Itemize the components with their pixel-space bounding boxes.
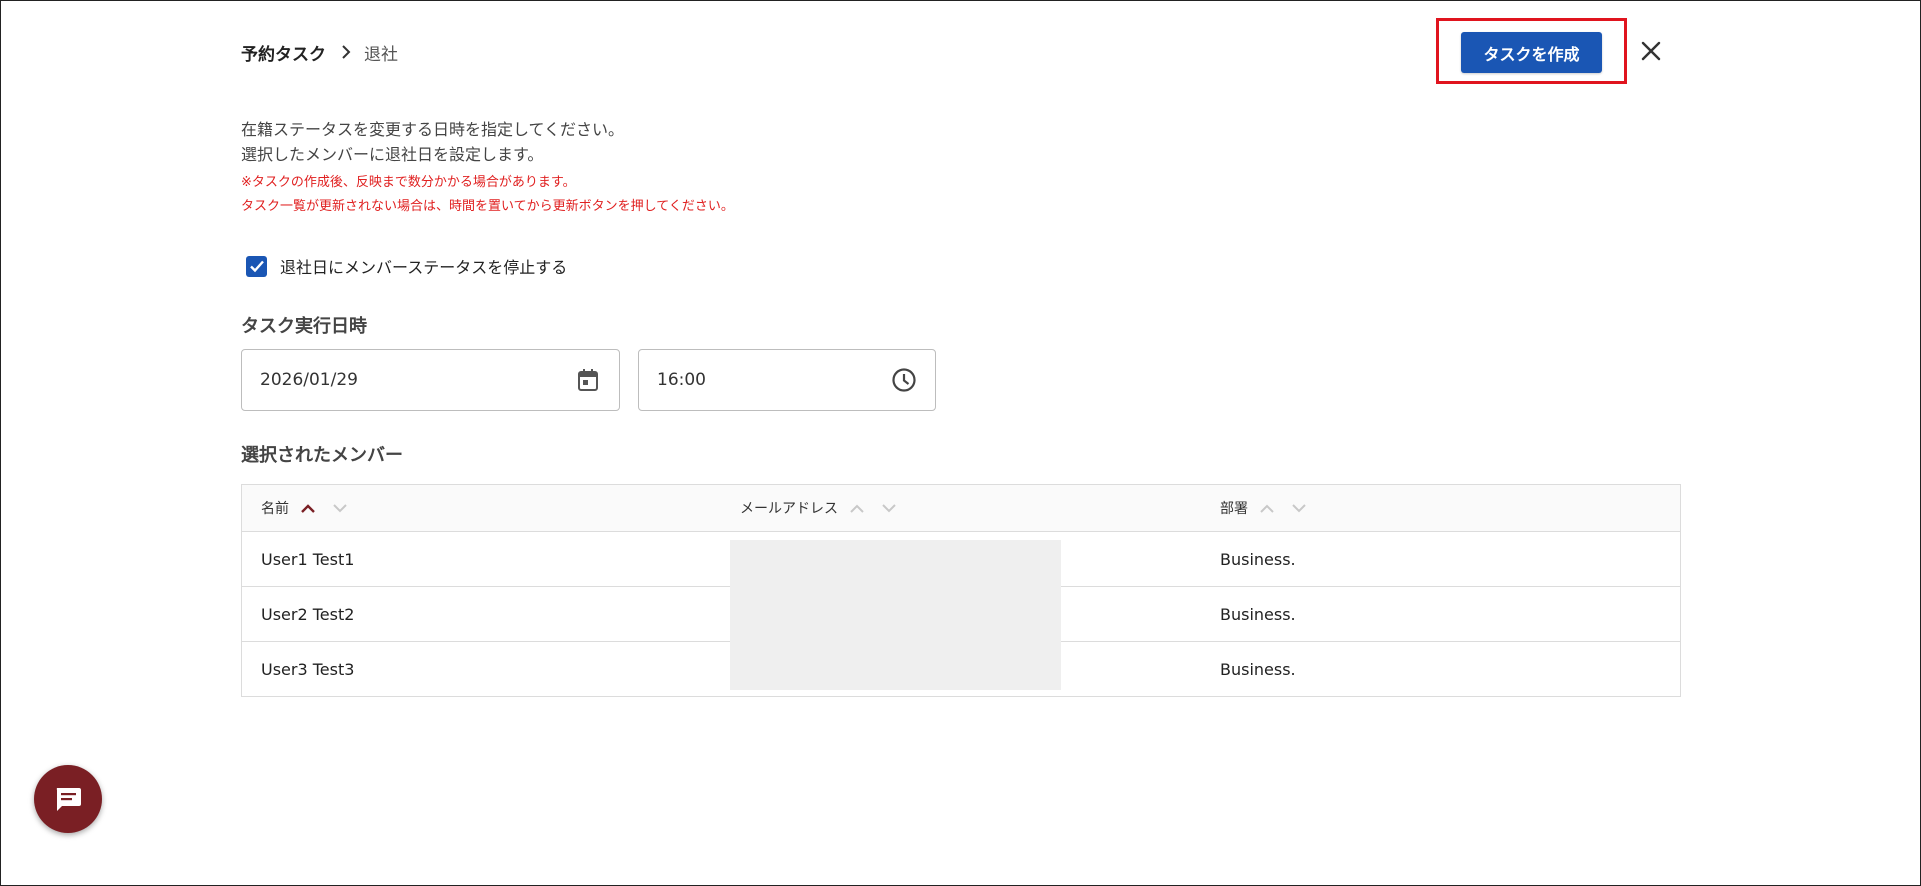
table-header: 名前 メールアドレス 部署 [242, 485, 1680, 532]
sort-asc-icon[interactable] [1260, 504, 1274, 513]
column-label-email: メールアドレス [740, 501, 838, 517]
breadcrumb-parent[interactable]: 予約タスク [241, 40, 326, 65]
cell-department: Business. [1220, 550, 1296, 569]
clock-icon[interactable] [889, 365, 919, 395]
sort-desc-icon[interactable] [333, 503, 347, 513]
column-label-department: 部署 [1220, 501, 1248, 517]
column-label-name: 名前 [261, 501, 289, 517]
suspend-status-label: 退社日にメンバーステータスを停止する [280, 258, 568, 277]
sort-controls-department [1260, 503, 1324, 513]
create-task-button[interactable]: タスクを作成 [1461, 32, 1602, 73]
date-field[interactable] [241, 349, 620, 411]
time-input[interactable] [639, 359, 889, 401]
sort-asc-icon[interactable] [301, 503, 315, 513]
cell-name: User2 Test2 [261, 605, 355, 624]
time-field[interactable] [638, 349, 936, 411]
description-line-1: 在籍ステータスを変更する日時を指定してください。 [241, 120, 625, 139]
members-table: 名前 メールアドレス 部署 User1 Test1 Business. User… [241, 484, 1681, 697]
members-section-title: 選択されたメンバー [241, 445, 403, 466]
breadcrumb-current: 退社 [364, 44, 398, 65]
warning-note-2: タスク一覧が更新されない場合は、時間を置いてから更新ボタンを押してください。 [241, 199, 734, 214]
close-icon[interactable] [1636, 36, 1666, 66]
cell-department: Business. [1220, 605, 1296, 624]
sort-desc-icon[interactable] [882, 503, 896, 513]
suspend-status-checkbox-row[interactable]: 退社日にメンバーステータスを停止する [246, 255, 567, 277]
checkmark-icon [249, 260, 264, 273]
column-header-name: 名前 [261, 485, 365, 531]
cell-name: User3 Test3 [261, 660, 355, 679]
sort-desc-icon[interactable] [1292, 503, 1306, 513]
suspend-status-checkbox[interactable] [246, 255, 267, 277]
redacted-email-area [730, 540, 1061, 690]
schedule-section-title: タスク実行日時 [241, 316, 367, 337]
calendar-icon[interactable] [573, 365, 603, 395]
sort-controls-name [301, 503, 365, 513]
column-header-department: 部署 [1220, 485, 1324, 531]
description-line-2: 選択したメンバーに退社日を設定します。 [241, 145, 544, 164]
date-input[interactable] [242, 359, 573, 401]
chevron-right-icon [340, 45, 352, 59]
sort-controls-email [850, 503, 914, 513]
warning-note-1: ※タスクの作成後、反映まで数分かかる場合があります。 [241, 175, 576, 190]
breadcrumb: 予約タスク 退社 [241, 40, 398, 65]
chat-icon[interactable] [34, 765, 102, 833]
column-header-email: メールアドレス [740, 485, 914, 531]
cell-department: Business. [1220, 660, 1296, 679]
cell-name: User1 Test1 [261, 550, 355, 569]
sort-asc-icon[interactable] [850, 504, 864, 513]
